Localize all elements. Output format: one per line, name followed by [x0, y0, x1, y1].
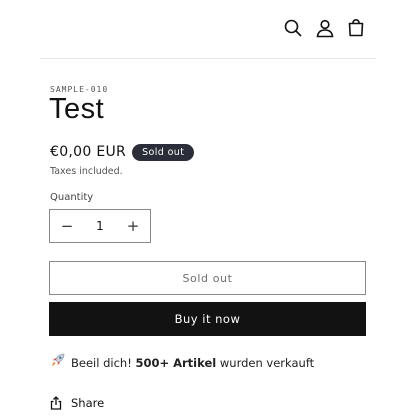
product-title: Test	[49, 93, 105, 125]
quantity-input[interactable]	[85, 219, 115, 233]
account-icon[interactable]	[313, 16, 337, 40]
price-row: €0,00 EUR Sold out	[50, 141, 195, 163]
product-price: €0,00 EUR	[50, 144, 127, 160]
product-page: SAMPLE-010 Test €0,00 EUR Sold out Taxes…	[0, 0, 416, 416]
promo-suffix: wurden verkauft	[219, 356, 315, 370]
quantity-stepper: − +	[49, 209, 151, 243]
sold-out-badge: Sold out	[132, 143, 195, 161]
buy-now-button[interactable]: Buy it now	[49, 302, 366, 336]
site-header	[0, 0, 416, 58]
promo-prefix: Beeil dich!	[71, 356, 132, 370]
sales-promo: Beeil dich! 500+ Artikel wurden verkauft	[50, 353, 315, 370]
sold-out-button[interactable]: Sold out	[49, 261, 366, 295]
taxes-note: Taxes included.	[50, 166, 123, 177]
increase-quantity-button[interactable]: +	[116, 210, 150, 242]
cart-icon[interactable]	[344, 16, 368, 40]
header-divider	[40, 58, 376, 59]
rocket-icon	[52, 353, 65, 366]
share-icon	[50, 396, 62, 410]
search-icon[interactable]	[281, 16, 305, 40]
share-label: Share	[71, 396, 105, 410]
share-button[interactable]: Share	[49, 396, 104, 410]
promo-highlight: 500+ Artikel	[135, 356, 217, 370]
quantity-label: Quantity	[50, 192, 94, 203]
decrease-quantity-button[interactable]: −	[50, 210, 84, 242]
